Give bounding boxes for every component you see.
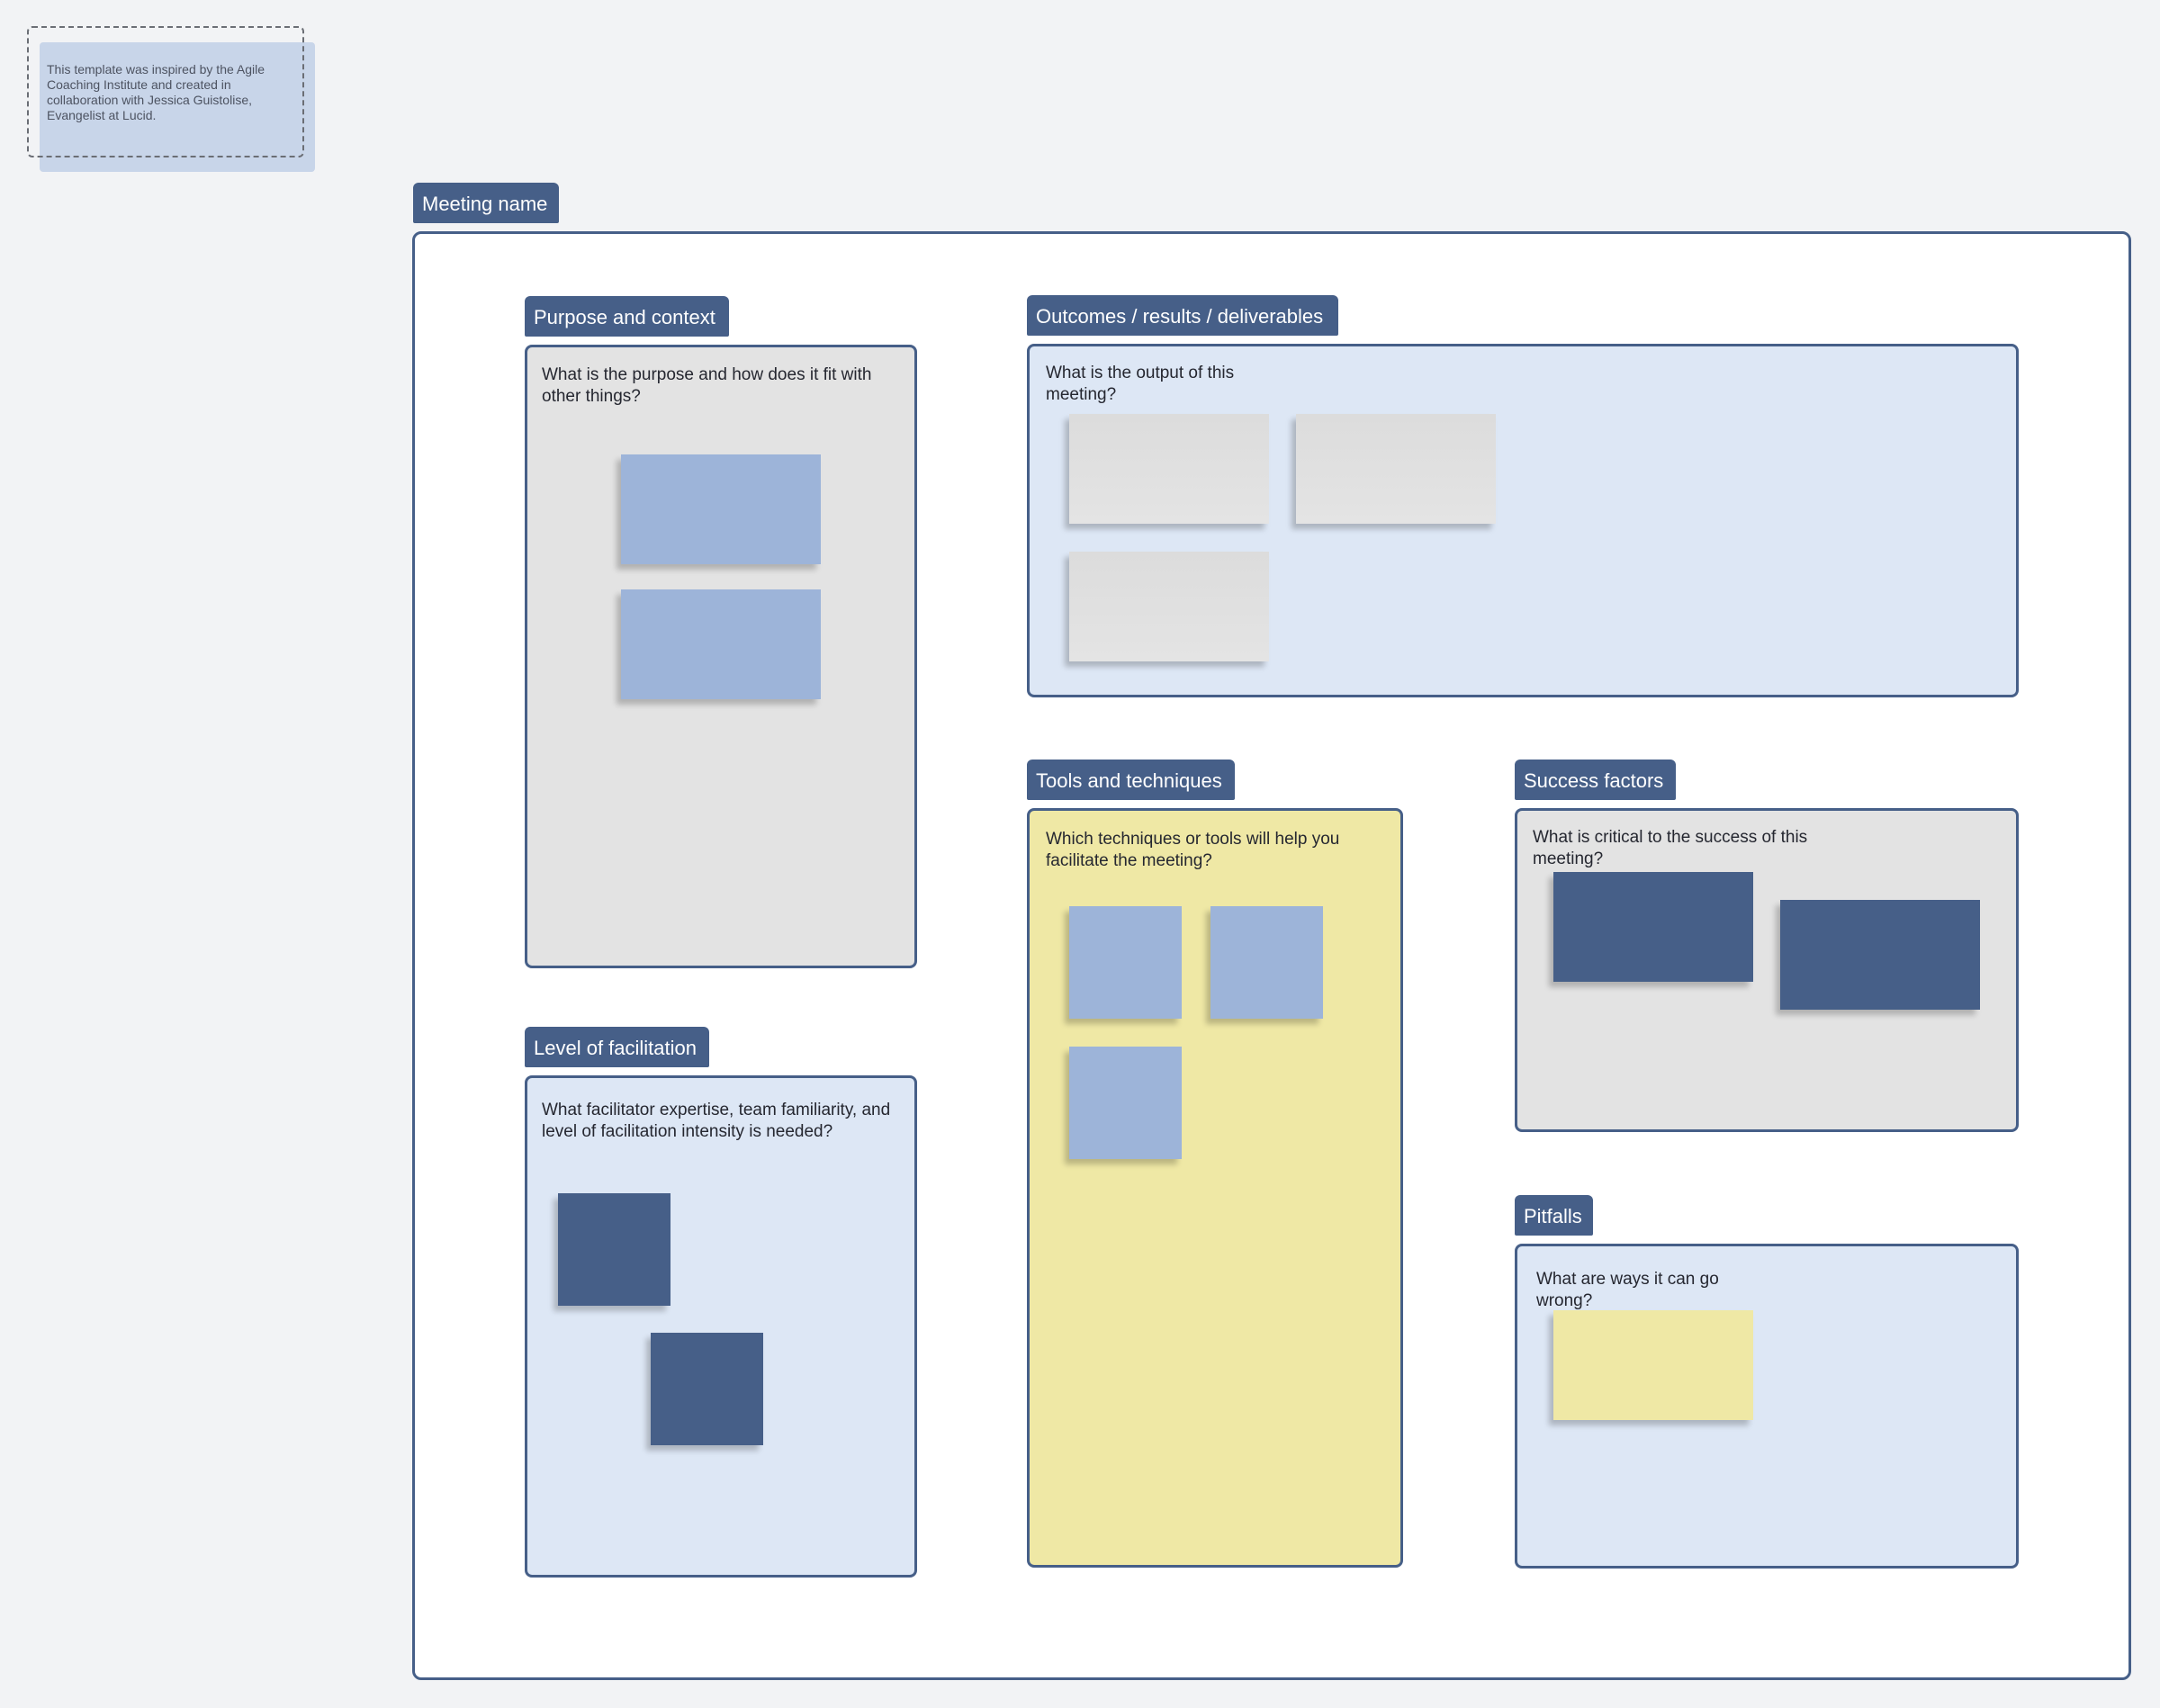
outcomes-sticky-note[interactable] [1069, 414, 1269, 524]
facilitation-prompt: What facilitator expertise, team familia… [542, 1101, 891, 1141]
facilitation-sticky-note[interactable] [558, 1193, 670, 1306]
template-credit-text: This template was inspired by the Agile … [47, 62, 266, 122]
pitfalls-tab-label: Pitfalls [1524, 1205, 1582, 1227]
purpose-sticky-note[interactable] [621, 454, 821, 564]
tools-sticky-note[interactable] [1210, 906, 1323, 1019]
tools-sticky-note[interactable] [1069, 906, 1182, 1019]
pitfalls-tab[interactable]: Pitfalls [1515, 1195, 1593, 1236]
success-prompt: What is critical to the success of this … [1533, 828, 1808, 868]
purpose-tab[interactable]: Purpose and context [525, 296, 729, 337]
facilitation-panel [525, 1075, 917, 1578]
purpose-tab-label: Purpose and context [534, 306, 716, 328]
tools-tab[interactable]: Tools and techniques [1027, 760, 1235, 800]
pitfalls-prompt: What are ways it can go wrong? [1536, 1270, 1719, 1310]
facilitation-sticky-note[interactable] [651, 1333, 763, 1445]
outcomes-prompt: What is the output of this meeting? [1046, 364, 1235, 404]
outcomes-sticky-note[interactable] [1069, 552, 1269, 661]
outcomes-tab[interactable]: Outcomes / results / deliverables [1027, 295, 1338, 336]
outcomes-tab-label: Outcomes / results / deliverables [1036, 305, 1324, 328]
facilitation-tab[interactable]: Level of facilitation [525, 1027, 709, 1067]
success-sticky-note[interactable] [1553, 872, 1753, 982]
purpose-sticky-note[interactable] [621, 589, 821, 699]
tools-prompt: Which techniques or tools will help you … [1046, 830, 1340, 870]
tools-tab-label: Tools and techniques [1036, 769, 1222, 792]
outcomes-sticky-note[interactable] [1296, 414, 1496, 524]
purpose-prompt: What is the purpose and how does it fit … [542, 365, 872, 406]
facilitation-tab-label: Level of facilitation [534, 1037, 697, 1059]
meeting-name-tab[interactable]: Meeting name [413, 183, 559, 223]
success-sticky-note[interactable] [1780, 900, 1980, 1010]
success-tab[interactable]: Success factors [1515, 760, 1676, 800]
success-tab-label: Success factors [1524, 769, 1664, 792]
tools-sticky-note[interactable] [1069, 1047, 1182, 1159]
meeting-name-label: Meeting name [422, 193, 548, 215]
pitfalls-sticky-note[interactable] [1553, 1310, 1753, 1420]
